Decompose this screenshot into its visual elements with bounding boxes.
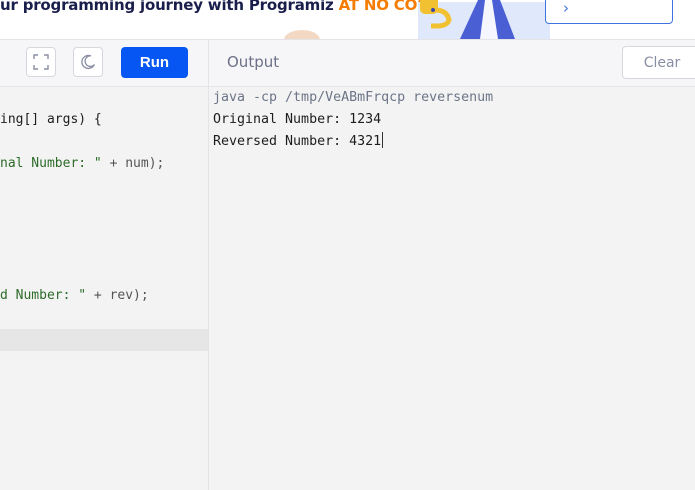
code-string: nal Number: "	[0, 156, 102, 171]
promo-cta-button[interactable]: ›	[545, 0, 673, 24]
output-command-line: java -cp /tmp/VeABmFrqcp reversenum	[213, 90, 494, 105]
code-string: d Number: "	[0, 288, 87, 303]
code-line: ing[] args) {	[0, 109, 208, 131]
promo-illustration	[284, 0, 550, 39]
promo-banner: ur programming journey with Programiz AT…	[0, 0, 695, 40]
text-cursor	[382, 132, 384, 148]
code-editor[interactable]: ing[] args) { nal Number: " + num); d Nu…	[0, 87, 208, 490]
active-line-highlight	[0, 329, 208, 351]
output-console[interactable]: java -cp /tmp/VeABmFrqcp reversenum Orig…	[209, 87, 695, 490]
code-line: nal Number: " + num);	[0, 153, 208, 175]
theme-toggle-button[interactable]	[73, 47, 103, 77]
code-text: + rev);	[86, 288, 149, 303]
output-title: Output	[227, 53, 280, 71]
output-line: Reversed Number: 4321	[213, 131, 384, 153]
moon-icon	[81, 54, 95, 70]
run-button[interactable]: Run	[121, 47, 188, 78]
fullscreen-icon	[33, 54, 49, 70]
code-text: ing[] args) {	[0, 112, 102, 127]
code-text: + num);	[101, 156, 165, 171]
output-line-text: Reversed Number: 4321	[213, 134, 382, 149]
output-line: Original Number: 1234	[213, 112, 382, 127]
code-line: d Number: " + rev);	[0, 285, 208, 307]
editor-toolbar: Run	[0, 40, 208, 87]
fullscreen-button[interactable]	[26, 47, 56, 77]
chevron-right-icon: ›	[563, 0, 569, 17]
output-toolbar: Output Clear	[209, 40, 695, 87]
clear-button[interactable]: Clear	[622, 46, 695, 79]
